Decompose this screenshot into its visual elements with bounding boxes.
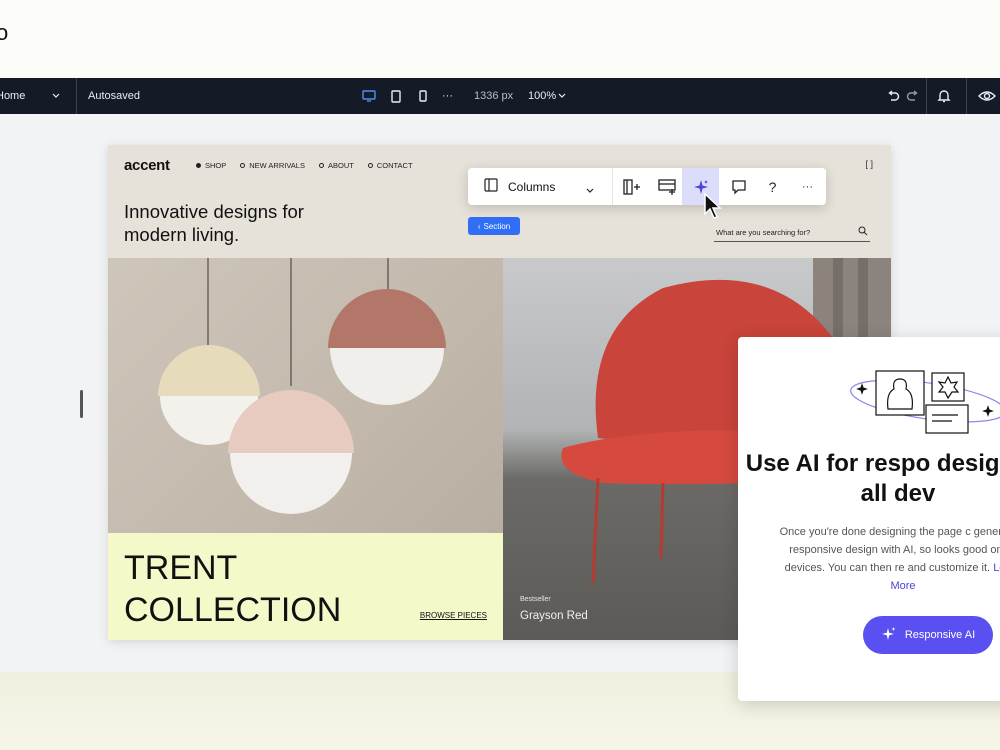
nav-item-shop[interactable]: SHOP: [196, 161, 226, 170]
nav-item-contact[interactable]: CONTACT: [367, 161, 413, 170]
ai-card-body-text: Once you're done designing the page c ge…: [779, 526, 1000, 574]
mobile-view-icon[interactable]: [416, 78, 430, 114]
nav-item-about[interactable]: ABOUT: [318, 161, 354, 170]
browse-pieces-link[interactable]: BROWSE PIECES: [420, 611, 487, 620]
nav-item-label: CONTACT: [376, 161, 413, 170]
section-breadcrumb-chip[interactable]: ‹ Section: [468, 217, 520, 235]
collection-title: TRENT COLLECTION: [124, 549, 342, 629]
add-column-icon[interactable]: [613, 168, 650, 205]
notifications-bell-icon[interactable]: [937, 78, 951, 114]
nav-item-label: ABOUT: [327, 161, 354, 170]
nav-item-label: SHOP: [205, 161, 227, 170]
nav-bullet-icon: [318, 163, 324, 168]
search-placeholder: What are you searching for?: [716, 227, 811, 237]
collection-block[interactable]: TRENT COLLECTION BROWSE PIECES: [108, 533, 503, 640]
nav-bullet-icon: [196, 163, 201, 168]
chevron-down-icon[interactable]: [586, 181, 594, 199]
site-logo[interactable]: accent: [124, 157, 170, 174]
undo-icon[interactable]: [886, 78, 900, 114]
page-selector[interactable]: Home: [0, 78, 25, 114]
ai-card-title: Use AI for respo design on all dev: [745, 450, 1000, 507]
corner-brackets: [ ]: [865, 159, 873, 169]
page-selector-label: Home: [0, 90, 26, 102]
nav-item-label: NEW ARRIVALS: [249, 161, 305, 170]
more-breakpoints-button[interactable]: ···: [442, 78, 453, 114]
nav-bullet-icon: [367, 163, 373, 168]
sparkle-icon: [881, 626, 897, 645]
nav-bullet-icon: [240, 163, 246, 168]
product-name[interactable]: Grayson Red: [520, 610, 588, 622]
product-tag: Bestseller: [520, 596, 551, 603]
responsive-ai-button-label: Responsive AI: [904, 629, 976, 641]
preview-eye-icon[interactable]: [978, 78, 996, 114]
comment-icon[interactable]: [720, 168, 757, 205]
canvas-width-label[interactable]: 1336 px: [474, 78, 513, 114]
zoom-label[interactable]: 100%: [528, 78, 556, 114]
mouse-cursor-icon: [703, 192, 723, 225]
more-options-button[interactable]: ···: [789, 168, 826, 205]
zoom-chevron-icon[interactable]: [558, 78, 566, 114]
site-search-input[interactable]: What are you searching for?: [714, 223, 870, 242]
redo-icon[interactable]: [906, 78, 920, 114]
columns-layout-icon: [484, 178, 498, 195]
chevron-down-icon[interactable]: [52, 78, 60, 114]
responsive-devices-illustration-icon: [848, 365, 1000, 442]
floating-element-toolbar: Columns ? ···: [468, 168, 826, 205]
tablet-view-icon[interactable]: [389, 78, 403, 114]
top-left-glyph: o: [0, 20, 9, 45]
pendant-lamps-image[interactable]: [108, 258, 503, 533]
ai-card-body: Once you're done designing the page c ge…: [778, 523, 1000, 595]
autosave-status: Autosaved: [88, 90, 140, 102]
search-icon: [858, 226, 868, 238]
section-chip-label: Section: [483, 221, 511, 231]
editor-top-bar: Home Autosaved ··· 1336 px 100%: [0, 78, 1000, 114]
nav-item-new-arrivals[interactable]: NEW ARRIVALS: [240, 161, 305, 170]
chevron-left-icon: ‹: [477, 221, 481, 231]
hero-tagline[interactable]: Innovative designs for modern living.: [124, 200, 344, 246]
responsive-ai-card: Use AI for respo design on all dev Once …: [738, 337, 1000, 701]
layout-dropdown-label: Columns: [508, 179, 556, 194]
responsive-ai-button[interactable]: Responsive AI: [863, 616, 993, 654]
site-nav: SHOP NEW ARRIVALS ABOUT CONTACT: [196, 161, 413, 170]
resize-handle[interactable]: [80, 390, 83, 418]
desktop-view-icon[interactable]: [362, 78, 376, 114]
add-section-icon[interactable]: [648, 168, 685, 205]
help-button[interactable]: ?: [754, 168, 791, 205]
